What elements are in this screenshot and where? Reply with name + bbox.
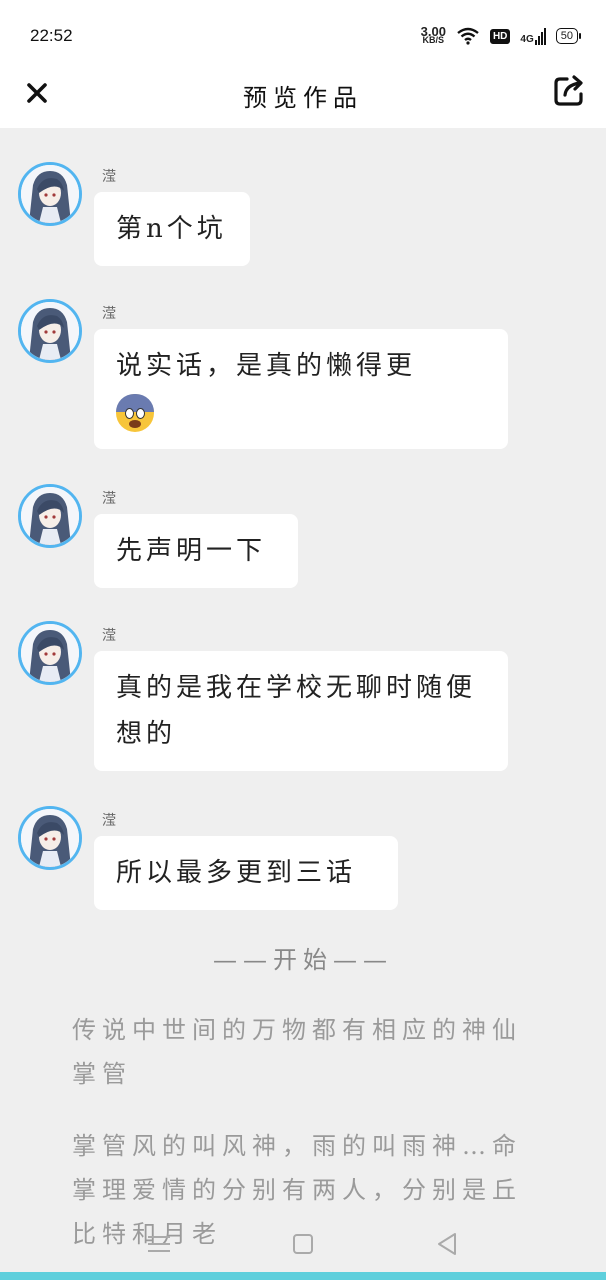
- share-icon[interactable]: [550, 72, 588, 110]
- battery-level: 50: [560, 30, 573, 42]
- message-text: 说实话，是真的懒得更: [116, 351, 417, 381]
- avatar-image: [21, 165, 79, 223]
- menu-icon[interactable]: [145, 1230, 173, 1258]
- hd-badge: HD: [489, 28, 511, 44]
- avatar[interactable]: [18, 484, 82, 548]
- home-square-icon[interactable]: [289, 1230, 317, 1258]
- network-speed: 3.00 KB/S: [421, 25, 446, 45]
- message-bubble: 所以最多更到三话: [94, 836, 398, 910]
- bottom-accent-strip: [0, 1272, 606, 1280]
- avatar-image: [21, 487, 79, 545]
- avatar-image: [21, 302, 79, 360]
- message-bubble: 说实话，是真的懒得更: [94, 329, 508, 449]
- message-author: 滢: [102, 491, 116, 507]
- message-author: 滢: [102, 628, 116, 644]
- message-text: 第n个坑: [116, 214, 227, 244]
- message-author: 滢: [102, 169, 116, 185]
- story-paragraph: 传说中世间的万物都有相应的神仙掌管: [72, 1016, 522, 1088]
- network-speed-unit: KB/S: [422, 35, 445, 45]
- avatar-image: [21, 809, 79, 867]
- avatar[interactable]: [18, 806, 82, 870]
- message-author: 滢: [102, 813, 116, 829]
- avatar[interactable]: [18, 299, 82, 363]
- wifi-icon: [457, 27, 479, 45]
- message-author: 滢: [102, 306, 116, 322]
- message-bubble: 先声明一下: [94, 514, 298, 588]
- story-divider: ——开始——: [213, 946, 393, 974]
- back-triangle-icon[interactable]: [433, 1230, 461, 1258]
- signal-icon: 4G: [520, 27, 546, 45]
- avatar-image: [21, 624, 79, 682]
- fearful-face-emoji-icon: [116, 394, 154, 432]
- message-bubble: 真的是我在学校无聊时随便想的: [94, 651, 508, 771]
- status-time: 22:52: [30, 26, 73, 45]
- message-bubble: 第n个坑: [94, 192, 250, 266]
- avatar[interactable]: [18, 621, 82, 685]
- status-bar: 22:52 3.00 KB/S HD 4G 50: [0, 0, 606, 66]
- message-text: 真的是我在学校无聊时随便想的: [116, 673, 477, 749]
- app-header: 预览作品: [0, 66, 606, 128]
- message-text: 所以最多更到三话: [116, 858, 357, 888]
- message-text: 先声明一下: [116, 536, 267, 566]
- network-type: 4G: [520, 33, 534, 45]
- avatar[interactable]: [18, 162, 82, 226]
- system-nav-bar: [0, 1218, 606, 1270]
- page-title: 预览作品: [243, 84, 363, 112]
- status-icons: 3.00 KB/S HD 4G 50: [421, 24, 582, 48]
- battery-icon: 50: [555, 28, 582, 44]
